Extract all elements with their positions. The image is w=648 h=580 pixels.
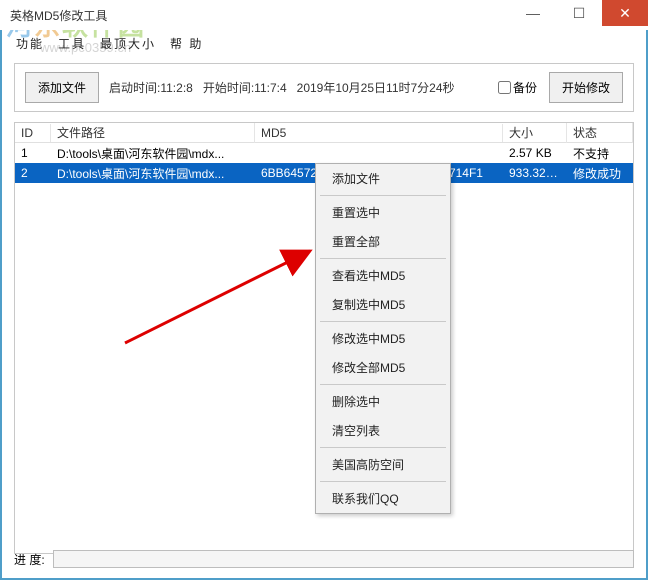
start-modify-button[interactable]: 开始修改 (549, 72, 623, 103)
footer: 进 度: (14, 550, 634, 568)
context-menu: 添加文件 重置选中 重置全部 查看选中MD5 复制选中MD5 修改选中MD5 修… (315, 163, 451, 514)
cell-status: 不支持 (567, 144, 633, 163)
cell-path: D:\tools\桌面\河东软件园\mdx... (51, 144, 255, 163)
backup-checkbox[interactable] (498, 81, 511, 94)
cell-id: 1 (15, 145, 51, 161)
cell-path: D:\tools\桌面\河东软件园\mdx... (51, 164, 255, 183)
menu-function[interactable]: 功能 (10, 33, 50, 54)
now-time-label: 2019年10月25日11时7分24秒 (297, 79, 455, 96)
table-header: ID 文件路径 MD5 大小 状态 (15, 123, 633, 143)
close-button[interactable]: ✕ (602, 0, 648, 26)
backup-label: 备份 (513, 79, 537, 96)
col-md5[interactable]: MD5 (255, 124, 503, 142)
col-id[interactable]: ID (15, 124, 51, 142)
cell-md5 (255, 152, 503, 154)
separator (320, 258, 446, 259)
cell-status: 修改成功 (567, 164, 633, 183)
backup-checkbox-wrap[interactable]: 备份 (498, 79, 537, 96)
separator (320, 447, 446, 448)
cell-id: 2 (15, 165, 51, 181)
ctx-delete-selected[interactable]: 删除选中 (316, 387, 450, 416)
maximize-button[interactable]: ☐ (556, 0, 602, 26)
minimize-button[interactable]: — (510, 0, 556, 26)
col-status[interactable]: 状态 (567, 122, 633, 143)
ctx-modify-all-md5[interactable]: 修改全部MD5 (316, 353, 450, 382)
cell-size: 2.57 KB (503, 145, 567, 161)
table-row[interactable]: 1 D:\tools\桌面\河东软件园\mdx... 2.57 KB 不支持 (15, 143, 633, 163)
ctx-add-file[interactable]: 添加文件 (316, 164, 450, 193)
ctx-modify-selected-md5[interactable]: 修改选中MD5 (316, 324, 450, 353)
separator (320, 321, 446, 322)
menu-help[interactable]: 帮 助 (164, 33, 209, 54)
menu-tools[interactable]: 工具 (52, 33, 92, 54)
begin-time-label: 开始时间:11:7:4 (203, 79, 287, 96)
ctx-copy-md5[interactable]: 复制选中MD5 (316, 290, 450, 319)
menu-bar: 功能 工具 最顶大小 帮 助 (0, 30, 648, 57)
ctx-clear-list[interactable]: 清空列表 (316, 416, 450, 445)
separator (320, 481, 446, 482)
progress-bar (53, 550, 634, 568)
ctx-reset-all[interactable]: 重置全部 (316, 227, 450, 256)
file-table: ID 文件路径 MD5 大小 状态 1 D:\tools\桌面\河东软件园\md… (14, 122, 634, 554)
cell-size: 933.32 KB (503, 165, 567, 181)
add-file-button[interactable]: 添加文件 (25, 72, 99, 103)
startup-time-label: 启动时间:11:2:8 (109, 79, 193, 96)
menu-topsize[interactable]: 最顶大小 (94, 33, 162, 54)
window-title: 英格MD5修改工具 (0, 7, 510, 24)
ctx-view-md5[interactable]: 查看选中MD5 (316, 261, 450, 290)
progress-label: 进 度: (14, 551, 45, 568)
ctx-us-server[interactable]: 美国高防空间 (316, 450, 450, 479)
col-path[interactable]: 文件路径 (51, 122, 255, 143)
separator (320, 195, 446, 196)
col-size[interactable]: 大小 (503, 122, 567, 143)
annotation-arrow-icon (115, 233, 335, 353)
toolbar: 添加文件 启动时间:11:2:8 开始时间:11:7:4 2019年10月25日… (14, 63, 634, 112)
title-bar: 英格MD5修改工具 — ☐ ✕ (0, 0, 648, 30)
ctx-reset-selected[interactable]: 重置选中 (316, 198, 450, 227)
separator (320, 384, 446, 385)
ctx-contact-qq[interactable]: 联系我们QQ (316, 484, 450, 513)
